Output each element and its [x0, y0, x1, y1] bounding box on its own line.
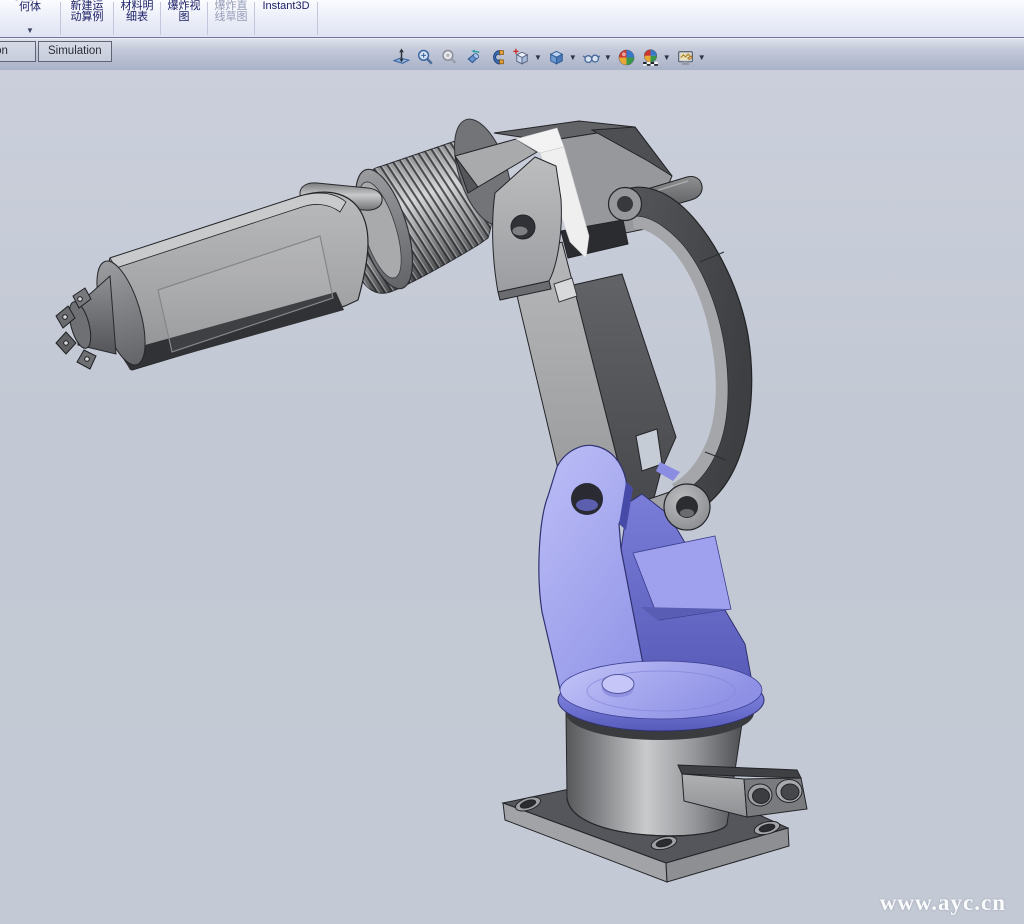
bill-of-materials-button[interactable]: 材料明 细表	[114, 0, 160, 37]
dropdown-arrow-icon[interactable]: ▼	[534, 53, 542, 62]
display-style-icon[interactable]	[546, 47, 567, 68]
dropdown-arrow-icon[interactable]: ▼	[698, 53, 706, 62]
new-motion-study-button[interactable]: 新建运 动算例	[61, 0, 113, 37]
dropdown-arrow-icon[interactable]: ▼	[604, 53, 612, 62]
reference-geometry-button[interactable]: 参考几 何体 ▼	[0, 0, 60, 37]
collar-boss	[602, 675, 634, 698]
edit-appearance-icon[interactable]	[616, 47, 637, 68]
dropdown-arrow-icon[interactable]: ▼	[569, 53, 577, 62]
watermark: www.ayc.cn	[880, 890, 1006, 916]
model-joint-boss	[664, 484, 710, 530]
exploded-view-button[interactable]: 爆炸视 图	[161, 0, 207, 37]
dropdown-arrow-icon[interactable]: ▼	[26, 27, 34, 35]
tab-simulation[interactable]: Simulation	[38, 41, 112, 62]
command-manager-bar: 参考几 何体 ▼ 新建运 动算例 材料明 细表 爆炸视 图	[0, 0, 1024, 38]
explode-line-sketch-button[interactable]: 爆炸直 线草图	[208, 0, 254, 37]
model-base-collar	[558, 661, 764, 740]
view-orientation-icon[interactable]	[511, 47, 532, 68]
side-box-bore	[748, 784, 772, 806]
instant3d-button[interactable]: Instant3D	[255, 0, 317, 37]
solidworks-window: 参考几 何体 ▼ 新建运 动算例 材料明 细表 爆炸视 图	[0, 0, 1024, 924]
robot-arm-model	[0, 70, 1024, 924]
hide-show-items-icon[interactable]	[581, 47, 602, 68]
model-forearm	[56, 183, 382, 370]
toolbar-separator	[317, 2, 318, 35]
previous-view-icon[interactable]	[463, 47, 484, 68]
zoom-in-out-icon[interactable]	[439, 47, 460, 68]
apply-scene-icon[interactable]	[640, 47, 661, 68]
graphics-viewport[interactable]: www.ayc.cn	[0, 70, 1024, 924]
command-manager-tab-bar: ation Simulation	[0, 38, 1024, 70]
zoom-to-fit-icon[interactable]	[391, 47, 412, 68]
heads-up-view-toolbar: ▼ ▼ ▼	[391, 45, 707, 69]
side-box-bore	[776, 780, 802, 803]
zoom-to-area-icon[interactable]	[415, 47, 436, 68]
tab-animation[interactable]: ation	[0, 41, 36, 62]
view-settings-icon[interactable]	[675, 47, 696, 68]
reference-geometry-label: 参考几 何体	[14, 0, 47, 13]
dropdown-arrow-icon[interactable]: ▼	[663, 53, 671, 62]
section-view-icon[interactable]	[487, 47, 508, 68]
